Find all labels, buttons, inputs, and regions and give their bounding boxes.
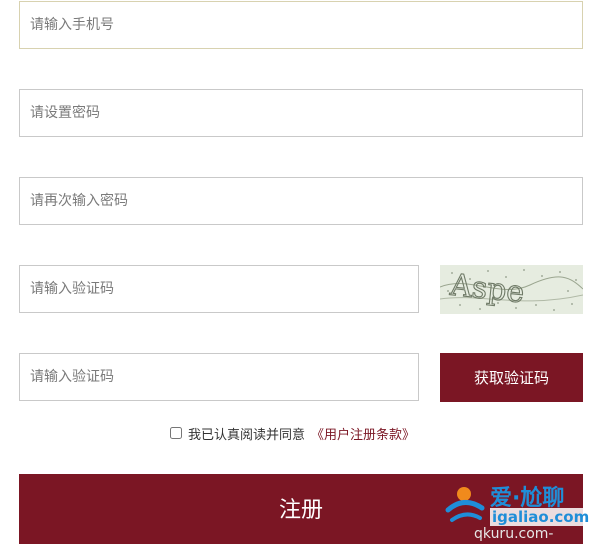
terms-link[interactable]: 《用户注册条款》	[311, 424, 415, 443]
captcha-graphic: Aspe	[440, 265, 583, 314]
phone-input[interactable]	[19, 1, 583, 49]
agreement-row: 我已认真阅读并同意 《用户注册条款》	[170, 423, 415, 443]
password-input[interactable]	[19, 89, 583, 137]
register-button[interactable]: 注册	[19, 474, 583, 544]
register-page: Aspe 获取验证码 我已认真阅读并同意 《用户注册条款》 注册 爱·尬聊 ig…	[0, 0, 600, 544]
image-code-input[interactable]	[19, 265, 419, 313]
password-confirm-input[interactable]	[19, 177, 583, 225]
captcha-image[interactable]: Aspe	[440, 265, 583, 314]
agree-checkbox[interactable]	[170, 427, 182, 439]
agree-text: 我已认真阅读并同意	[188, 427, 306, 443]
get-sms-code-button[interactable]: 获取验证码	[440, 353, 583, 402]
sms-code-input[interactable]	[19, 353, 419, 401]
